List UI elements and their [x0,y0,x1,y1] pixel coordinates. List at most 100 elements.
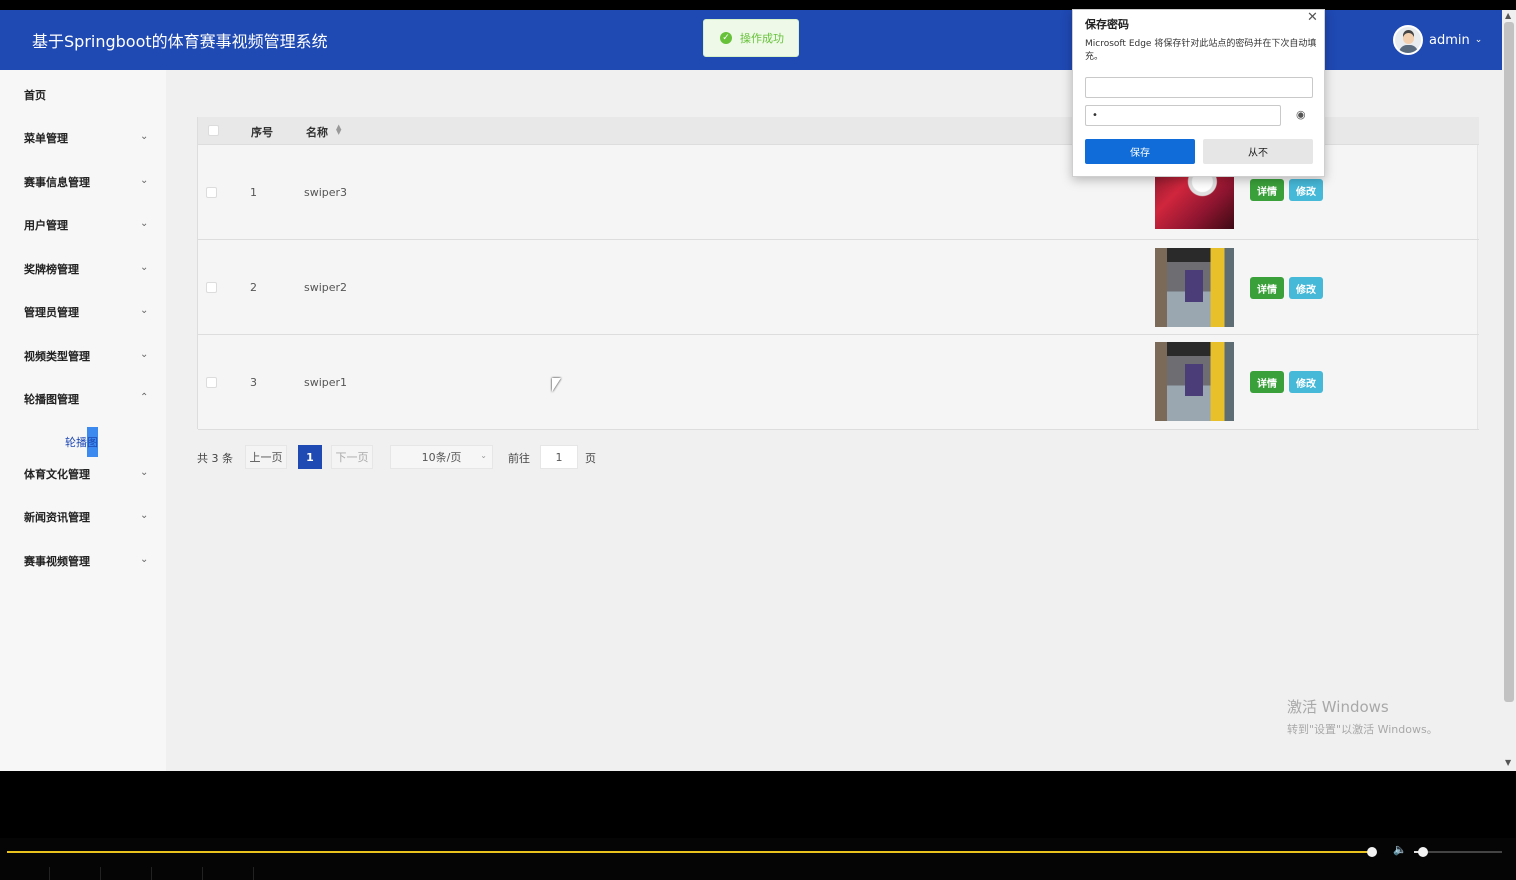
sidebar-item-admins[interactable]: 管理员管理 ⌄ [0,302,166,322]
sidebar-item-home[interactable]: 首页 [0,85,166,105]
page-number-current[interactable]: 1 [298,445,322,469]
user-menu[interactable]: admin ⌄ [1393,25,1482,55]
sidebar-item-label: 奖牌榜管理 [24,263,79,276]
table-row: 2 swiper2 详情 修改 [198,240,1479,335]
username[interactable]: admin [1429,33,1470,48]
page-size-value: 10条/页 [421,451,462,464]
watermark-line2: 转到"设置"以激活 Windows。 [1287,723,1438,736]
volume-icon[interactable]: 🔈 [1393,843,1407,856]
scroll-up-icon[interactable]: ▲ [1505,11,1511,20]
pagination: 共 3 条 上一页 1 下一页 10条/页 ⌄ 前往 1 页 [197,445,617,469]
edit-button[interactable]: 修改 [1289,179,1323,201]
row-checkbox[interactable] [206,282,217,293]
scrollbar-thumb[interactable] [1504,22,1514,702]
goto-unit: 页 [585,452,596,465]
table-row: 3 swiper1 详情 修改 [198,335,1479,430]
eye-icon[interactable]: ◉ [1296,108,1306,121]
avatar[interactable] [1393,25,1423,55]
sort-icon[interactable]: ▲ ▼ [336,124,341,136]
prev-page-button[interactable]: 上一页 [245,445,287,469]
chevron-down-icon: ⌄ [140,554,149,565]
control-segment [51,867,101,880]
save-password-button[interactable]: 保存 [1085,139,1195,164]
row-thumbnail [1155,248,1234,327]
next-page-button[interactable]: 下一页 [331,445,373,469]
progress-knob[interactable] [1367,847,1377,857]
sidebar-item-label: 新闻资讯管理 [24,511,90,524]
chevron-down-icon: ⌄ [140,131,149,142]
column-header-name[interactable]: 名称 [306,124,328,140]
sidebar-item-label: 管理员管理 [24,306,79,319]
chevron-down-icon[interactable]: ⌄ [1475,35,1483,45]
detail-button[interactable]: 详情 [1250,277,1284,299]
control-segment [102,867,152,880]
dialog-description: Microsoft Edge 将保存针对此站点的密码并在下次自动填充。 [1085,39,1317,62]
row-index: 2 [250,281,257,294]
detail-button[interactable]: 详情 [1250,371,1284,393]
sidebar-item-event-videos[interactable]: 赛事视频管理 ⌄ [0,551,166,571]
page-scrollbar[interactable]: ▲ ▼ [1502,10,1516,771]
volume-knob[interactable] [1418,847,1428,857]
control-segment [153,867,203,880]
chevron-down-icon: ⌄ [480,451,487,460]
username-field[interactable] [1085,77,1313,98]
sidebar-item-label: 菜单管理 [24,132,68,145]
scroll-down-icon[interactable]: ▼ [1505,758,1511,767]
control-segment [204,867,254,880]
sidebar-item-label: 体育文化管理 [24,468,90,481]
chevron-down-icon: ⌄ [140,349,149,360]
column-header-index: 序号 [251,126,273,139]
check-circle-icon: ✓ [720,32,732,44]
sidebar-item-video-types[interactable]: 视频类型管理 ⌄ [0,346,166,366]
detail-button[interactable]: 详情 [1250,179,1284,201]
select-all-checkbox[interactable] [208,125,219,136]
success-toast: ✓ 操作成功 [703,19,799,57]
edit-button[interactable]: 修改 [1289,277,1323,299]
row-index: 3 [250,376,257,389]
row-name: swiper2 [304,281,348,294]
row-name: swiper3 [304,186,348,199]
never-button[interactable]: 从不 [1203,139,1313,164]
row-name: swiper1 [304,376,348,389]
progress-bar[interactable] [7,851,1372,853]
sidebar-item-label: 首页 [24,89,46,102]
chevron-down-icon: ⌄ [140,218,149,229]
submenu-label-part: 轮播 [65,436,87,449]
row-thumbnail [1155,342,1234,421]
submenu-label-selected: 图 [87,427,98,457]
password-field[interactable]: • [1085,105,1281,126]
row-checkbox[interactable] [206,377,217,388]
chevron-down-icon: ⌄ [140,467,149,478]
goto-page-input[interactable]: 1 [540,445,578,469]
screen: 基于Springboot的体育赛事视频管理系统 ✓ 操作成功 admin ⌄ 首… [0,0,1516,880]
chevron-down-icon: ⌄ [140,305,149,316]
submenu-item-carousel[interactable]: 轮播图 [65,427,98,457]
row-index: 1 [250,186,257,199]
sidebar: 首页 菜单管理 ⌄ 赛事信息管理 ⌄ 用户管理 ⌄ 奖牌榜管理 ⌄ 管理员管理 … [0,70,166,771]
chevron-down-icon: ⌄ [140,175,149,186]
video-player-controls: 🔈 [0,838,1516,880]
sidebar-item-label: 赛事视频管理 [24,555,90,568]
sidebar-item-menu[interactable]: 菜单管理 ⌄ [0,128,166,148]
sidebar-item-events[interactable]: 赛事信息管理 ⌄ [0,172,166,192]
pagination-total: 共 3 条 [197,452,233,465]
app-title: 基于Springboot的体育赛事视频管理系统 [32,32,328,51]
sidebar-item-carousel[interactable]: 轮播图管理 ⌃ [0,389,166,409]
sidebar-item-label: 赛事信息管理 [24,176,90,189]
chevron-up-icon: ⌃ [140,392,149,403]
mouse-cursor [552,378,561,392]
sidebar-item-label: 轮播图管理 [24,393,79,406]
sidebar-item-culture[interactable]: 体育文化管理 ⌄ [0,464,166,484]
watermark-line1: 激活 Windows [1287,698,1389,716]
save-password-dialog: 保存密码 ✕ Microsoft Edge 将保存针对此站点的密码并在下次自动填… [1072,9,1325,177]
sidebar-item-users[interactable]: 用户管理 ⌄ [0,215,166,235]
row-checkbox[interactable] [206,187,217,198]
sidebar-item-medals[interactable]: 奖牌榜管理 ⌄ [0,259,166,279]
page-size-select[interactable]: 10条/页 ⌄ [390,445,493,469]
sidebar-item-news[interactable]: 新闻资讯管理 ⌄ [0,507,166,527]
sidebar-item-label: 用户管理 [24,219,68,232]
chevron-down-icon: ⌄ [140,510,149,521]
edit-button[interactable]: 修改 [1289,371,1323,393]
dialog-title: 保存密码 [1085,18,1129,31]
close-icon[interactable]: ✕ [1307,10,1318,25]
